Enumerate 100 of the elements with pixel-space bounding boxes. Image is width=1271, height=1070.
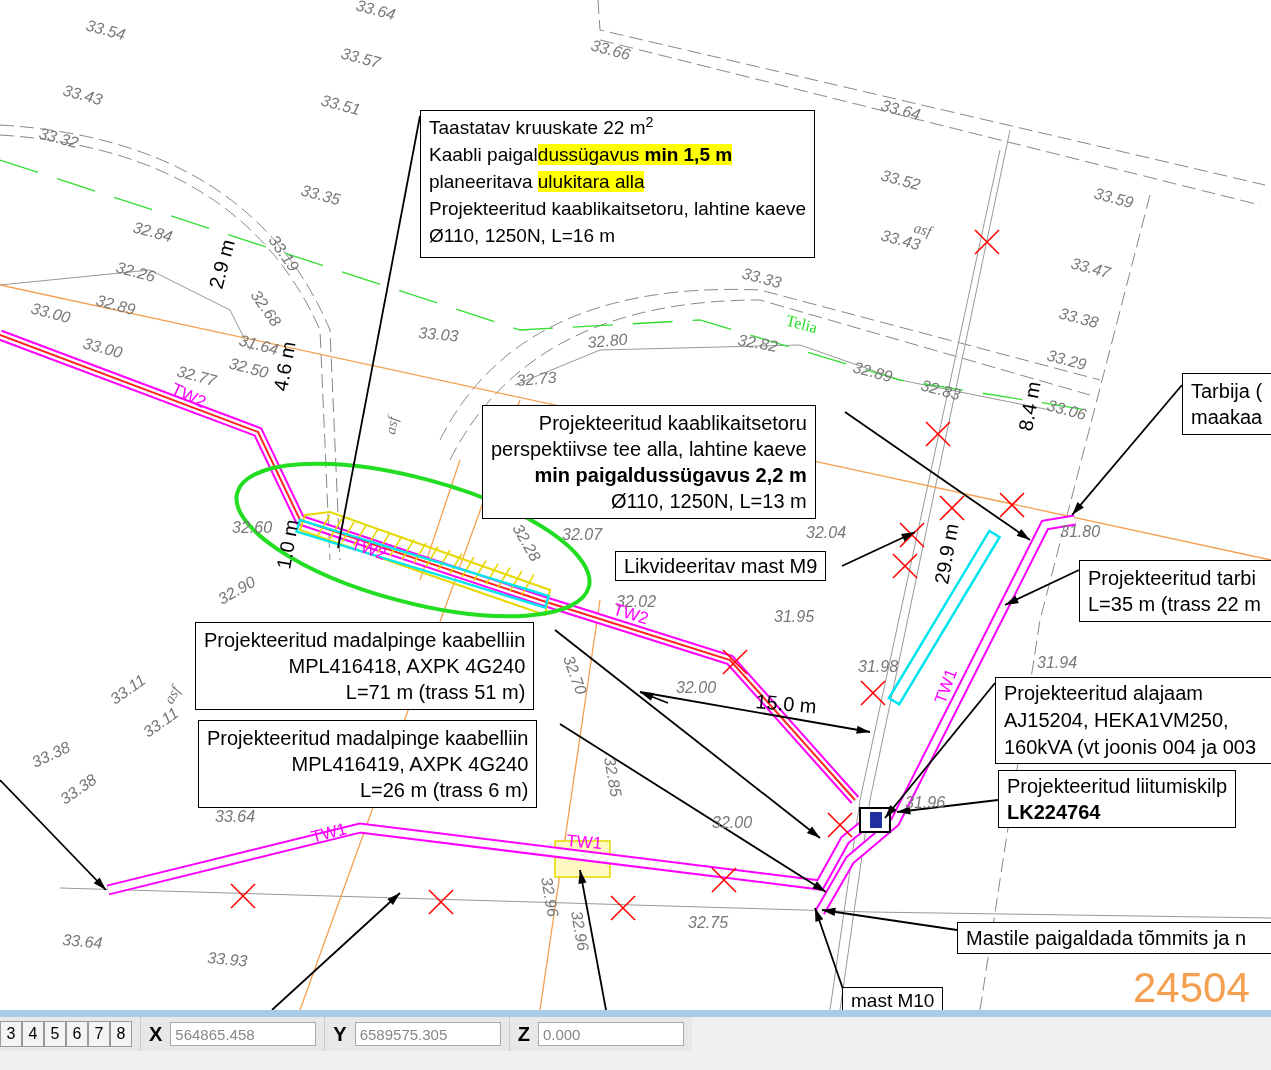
elevation-label: 33.54: [84, 16, 128, 44]
callout-text: LK224764: [1007, 800, 1101, 825]
callout-text: MPL416419, AXPK 4G240: [291, 752, 529, 777]
coordinate-field[interactable]: 6589575.305: [354, 1022, 501, 1046]
coordinate-field[interactable]: 564865.458: [170, 1022, 317, 1046]
coordinate-field[interactable]: 0.000: [537, 1022, 684, 1046]
elevation-label: 33.00: [81, 334, 125, 362]
elevation-label: 33.38: [29, 738, 73, 771]
dimension-label: 1.0 m: [272, 517, 303, 571]
cross-mark: [974, 229, 1000, 255]
coordinate-label: Y: [333, 1022, 347, 1047]
callout-text: Projekteeritud kaablikaitsetoru: [538, 411, 807, 436]
callout-text: Projekteeritud kaablikaitsetoru, lahtine kaeve: [429, 197, 807, 221]
elevation-label: 33.35: [299, 181, 343, 209]
elevation-label: 33.52: [879, 166, 923, 194]
callout-text: Taastatav kruuskate 22 m$^{2}$: [429, 115, 654, 140]
cross-mark: [610, 895, 636, 921]
dimension-label: 8.4 m: [1014, 379, 1045, 433]
callout-text: maakaa: [1191, 405, 1263, 430]
elevation-label: 33.64: [215, 808, 256, 825]
elevation-label: 33.06: [1045, 396, 1089, 424]
callout-text: Ø110, 1250N, L=16 m: [429, 224, 616, 248]
elevation-label: 32.73: [515, 368, 558, 389]
cross-mark: [892, 553, 918, 579]
layer-button[interactable]: 6: [66, 1021, 88, 1047]
elevation-label: 32.70: [560, 653, 590, 697]
callout-text: L=35 m (trass 22 m: [1088, 592, 1261, 617]
cross-mark: [925, 421, 951, 447]
coordinate-label: X: [149, 1022, 163, 1047]
elevation-label: 31.94: [1037, 654, 1078, 671]
callout-text: Projekteeritud madalpinge kaabelliin: [204, 628, 526, 653]
cross-mark: [711, 867, 737, 893]
elevation-label: 33.51: [319, 91, 363, 119]
callout-text: Mastile paigaldada tõmmits ja n: [966, 926, 1247, 951]
elevation-label: 32.82: [736, 331, 779, 355]
elevation-label: 33.64: [354, 0, 398, 24]
surface-label: asf: [160, 683, 184, 707]
elevation-label: 33.64: [61, 931, 104, 952]
layer-button[interactable]: 4: [22, 1021, 44, 1047]
elevation-label: 33.64: [879, 96, 923, 124]
callout-text: Tarbija (: [1191, 379, 1263, 404]
surface-label: asf: [382, 415, 401, 436]
elevation-label: 32.07: [562, 526, 603, 543]
utility-label: Telia: [784, 311, 820, 337]
elevation-label: 32.89: [851, 358, 895, 386]
elevation-label: 31.80: [1060, 523, 1101, 540]
elevation-label: 33.00: [29, 299, 73, 327]
cross-mark: [827, 812, 853, 838]
cross-mark: [230, 883, 256, 909]
callout-text: AJ15204, HEKA1VM250,: [1004, 708, 1229, 733]
callout-text: min paigaldussügavus 2,2 m: [534, 463, 807, 488]
callout-text: Projekteeritud tarbi: [1088, 566, 1256, 591]
callout-text: 160kVA (vt joonis 004 ja 003: [1004, 735, 1257, 760]
callout-text: Kaabli paigaldussügavus min 1,5 m: [429, 143, 733, 167]
cross-mark: [939, 495, 965, 521]
elevation-label: 33.32: [37, 124, 81, 152]
callout-text: Likvideeritav mast M9: [624, 554, 818, 578]
elevation-label: 32.96: [568, 909, 592, 952]
elevation-label: 33.93: [206, 949, 249, 970]
callout-text: mast M10: [851, 990, 935, 1010]
elevation-label: 32.80: [586, 330, 629, 351]
elevation-label: 32.00: [676, 679, 717, 696]
elevation-label: 33.57: [339, 44, 383, 72]
layer-button[interactable]: 7: [88, 1021, 110, 1047]
elevation-label: 33.33: [740, 264, 784, 292]
elevation-label: 32.83: [919, 376, 963, 404]
elevation-label: 33.43: [61, 81, 105, 109]
elevation-label: 33.59: [1092, 184, 1136, 212]
layer-button[interactable]: 8: [110, 1021, 132, 1047]
elevation-label: 31.98: [858, 658, 899, 675]
elevation-label: 32.75: [688, 914, 729, 931]
elevation-label: 33.47: [1069, 254, 1113, 282]
callout-text: perspektiivse tee alla, lahtine kaeve: [491, 437, 807, 462]
coordinate-label: Z: [517, 1022, 530, 1047]
cable-label: TW1: [565, 831, 604, 854]
sheet-number: 24504: [1133, 964, 1250, 1010]
dimension-label: 29.9 m: [930, 521, 963, 586]
elevation-label: 33.66: [589, 36, 633, 64]
elevation-label: 32.85: [601, 755, 625, 798]
callout-text: Projekteeritud madalpinge kaabelliin: [207, 726, 529, 751]
callout-text: Ø110, 1250N, L=13 m: [610, 489, 807, 514]
callout-text: Projekteeritud liitumiskilp: [1007, 774, 1228, 799]
layer-button[interactable]: 5: [44, 1021, 66, 1047]
cross-mark: [999, 492, 1025, 518]
layer-button[interactable]: 3: [0, 1021, 22, 1047]
elevation-label: 32.26: [114, 258, 158, 286]
cable-label: TW1: [930, 666, 962, 707]
callout-text: L=71 m (trass 51 m): [345, 680, 526, 705]
elevation-label: 32.84: [131, 218, 175, 246]
callout-text: L=26 m (trass 6 m): [359, 778, 529, 803]
elevation-label: 33.03: [417, 324, 460, 345]
elevation-label: 32.96: [538, 875, 562, 918]
elevation-label: 32.04: [806, 524, 847, 541]
cross-mark: [722, 649, 748, 675]
cross-mark: [899, 522, 925, 548]
dimension-label: 2.9 m: [204, 237, 239, 292]
elevation-label: 32.89: [94, 291, 138, 319]
dimension-label: 15.0 m: [754, 690, 818, 718]
elevation-label: 33.29: [1045, 346, 1089, 374]
cross-mark: [860, 680, 886, 706]
